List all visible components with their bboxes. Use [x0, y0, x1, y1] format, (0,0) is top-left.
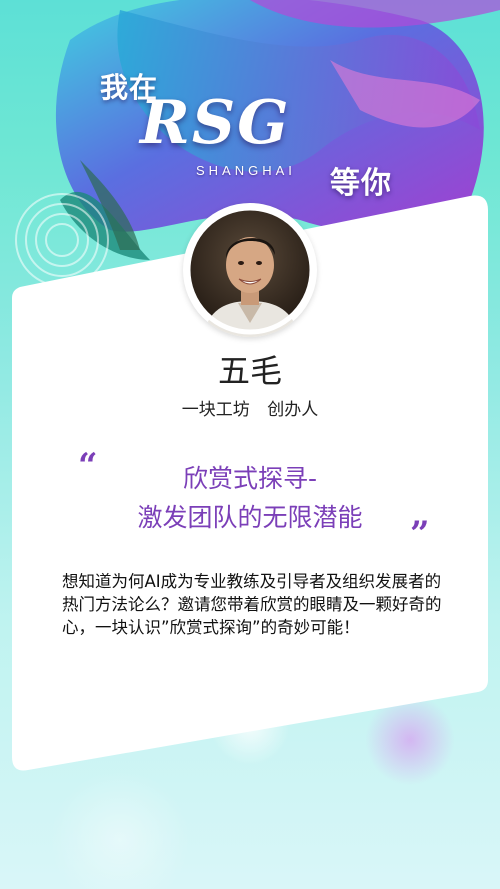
speaker-title: 创办人 [267, 400, 319, 420]
close-quote-icon: ” [410, 514, 430, 554]
hero-city: SHANGHAI [196, 163, 296, 178]
rsg-logo: RSG [140, 88, 291, 158]
hero-title-line2: 等你 [330, 166, 392, 201]
speaker-name: 五毛 [217, 352, 282, 390]
speaker-avatar [183, 203, 317, 337]
avatar-photo [185, 205, 315, 337]
speaker-role: 一块工坊 创办人 [0, 395, 500, 420]
talk-description: 想知道为何AI成为专业教练及引导者及组织发展者的热门方法论么？邀请您带着欣赏的眼… [62, 572, 442, 637]
speaker-company: 一块工坊 [181, 400, 250, 420]
talk-title-line1: 欣赏式探寻- [182, 464, 318, 493]
